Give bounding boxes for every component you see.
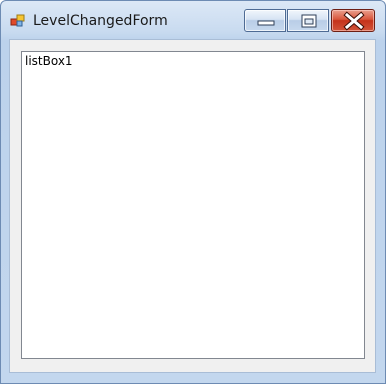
listbox[interactable]: listBox1 [21, 51, 365, 359]
maximize-icon [301, 14, 317, 28]
minimize-button[interactable] [244, 9, 286, 32]
form-client-area: listBox1 [9, 39, 376, 373]
form-app-icon[interactable] [10, 13, 26, 29]
window-title: LevelChangedForm [33, 13, 168, 29]
minimize-icon [257, 20, 275, 26]
list-item[interactable]: listBox1 [25, 54, 73, 68]
title-bar[interactable]: LevelChangedForm [1, 1, 385, 38]
app-window: LevelChangedForm listBox1 [0, 0, 386, 384]
maximize-button[interactable] [287, 9, 329, 32]
close-icon [343, 11, 365, 31]
close-button[interactable] [331, 9, 375, 32]
